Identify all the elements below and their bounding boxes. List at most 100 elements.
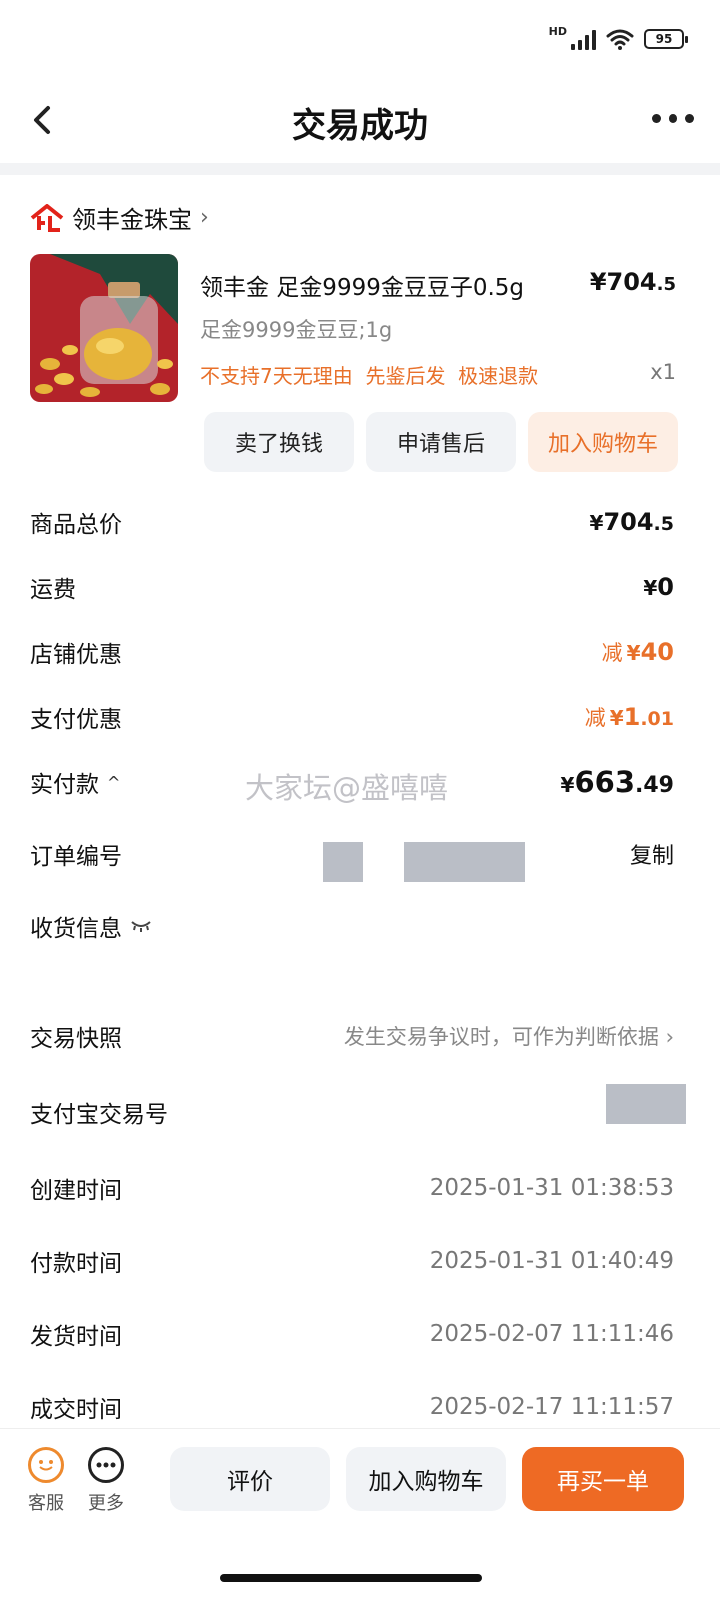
snapshot-hint: 发生交易争议时，可作为判断依据 › xyxy=(344,1021,674,1051)
pay-discount-row: 支付优惠 减 ¥1.01 xyxy=(30,697,674,737)
shipping-info-label: 收货信息 xyxy=(30,909,152,943)
signal-icon xyxy=(571,28,596,50)
shop-discount-row: 店铺优惠 减 ¥40 xyxy=(30,632,674,672)
wifi-icon xyxy=(606,29,634,50)
currency-symbol: ¥ xyxy=(560,773,575,797)
order-number-label: 订单编号 xyxy=(30,844,122,870)
time-value: 2025-02-07 11:11:46 xyxy=(429,1321,674,1347)
pay-discount-label: 支付优惠 xyxy=(30,707,122,733)
price-integer: 704 xyxy=(606,268,657,296)
time-label: 成交时间 xyxy=(30,1397,122,1423)
product-price: ¥704.5 xyxy=(590,268,676,296)
redacted-block xyxy=(323,842,363,882)
battery-icon: 95 xyxy=(644,29,688,49)
completed-time-row: 成交时间 2025-02-17 11:11:57 xyxy=(30,1387,674,1427)
request-after-sales-button[interactable]: 申请售后 xyxy=(366,412,516,472)
chevron-up-icon: ^ xyxy=(107,772,121,792)
value-decimal: .01 xyxy=(640,708,674,730)
status-icons: HD 95 xyxy=(548,24,688,50)
snapshot-label: 交易快照 xyxy=(30,1026,122,1052)
time-label: 创建时间 xyxy=(30,1178,122,1204)
product-quantity: x1 xyxy=(650,360,676,384)
discount-prefix: 减 xyxy=(584,706,606,730)
gold-beans-jar-image xyxy=(30,254,178,402)
shop-discount-value: 减 ¥40 xyxy=(602,637,674,667)
customer-service-label: 客服 xyxy=(28,1493,64,1514)
price-decimal: .5 xyxy=(656,274,676,295)
currency-symbol: ¥ xyxy=(589,511,604,535)
more-options-icon[interactable] xyxy=(652,110,695,126)
chevron-right-icon: › xyxy=(665,1025,674,1049)
pay-discount-value: 减 ¥1.01 xyxy=(585,702,674,732)
discount-prefix: 减 xyxy=(601,641,623,665)
total-price-row: 商品总价 ¥704.5 xyxy=(30,502,674,542)
more-button[interactable]: 更多 xyxy=(76,1447,136,1515)
page-title: 交易成功 xyxy=(292,106,428,146)
shipping-info-label-text: 收货信息 xyxy=(30,916,122,942)
snapshot-hint-text: 发生交易争议时，可作为判断依据 xyxy=(343,1025,659,1049)
sell-for-cash-button[interactable]: 卖了换钱 xyxy=(204,412,354,472)
shop-name: 领丰金珠宝 xyxy=(72,206,192,234)
more-label: 更多 xyxy=(88,1493,124,1514)
value-integer: 704 xyxy=(603,508,654,536)
smile-face-icon xyxy=(39,1460,53,1471)
add-to-cart-bottom-button[interactable]: 加入购物车 xyxy=(346,1447,506,1511)
shop-logo-icon xyxy=(30,203,64,232)
value-integer: 0 xyxy=(657,573,674,601)
value-integer: 663 xyxy=(574,765,636,799)
shipping-fee-value: ¥0 xyxy=(643,573,674,601)
currency-symbol: ¥ xyxy=(589,268,607,296)
buy-again-button[interactable]: 再买一单 xyxy=(522,1447,684,1511)
paid-amount-label-text: 实付款 xyxy=(30,772,99,798)
redacted-block xyxy=(606,1084,686,1124)
battery-level: 95 xyxy=(655,32,673,46)
total-price-value: ¥704.5 xyxy=(590,508,674,536)
product-spec: 足金9999金豆豆;1g xyxy=(200,318,393,342)
shipping-fee-row: 运费 ¥0 xyxy=(30,567,674,607)
home-indicator[interactable] xyxy=(220,1574,482,1582)
product-actions: 卖了换钱 申请售后 加入购物车 xyxy=(204,412,678,472)
transaction-snapshot-row[interactable]: 交易快照 发生交易争议时，可作为判断依据 › xyxy=(30,1016,674,1056)
top-nav: 交易成功 xyxy=(0,80,720,160)
paid-time-row: 付款时间 2025-01-31 01:40:49 xyxy=(30,1241,674,1281)
time-value: 2025-02-17 11:11:57 xyxy=(429,1394,674,1420)
time-label: 付款时间 xyxy=(30,1251,122,1277)
total-price-label: 商品总价 xyxy=(30,512,122,538)
watermark: 大家坛@盛嘻嘻 xyxy=(245,771,449,805)
eye-closed-icon[interactable] xyxy=(130,919,152,933)
customer-service-icon xyxy=(28,1447,64,1483)
status-bar: HD 95 xyxy=(0,0,720,80)
header-divider xyxy=(0,163,720,175)
customer-service-button[interactable]: 客服 xyxy=(16,1447,76,1515)
hd-indicator: HD xyxy=(548,24,567,38)
bottom-action-bar: 客服 更多 评价 加入购物车 再买一单 xyxy=(0,1428,720,1600)
product-service-tags: 不支持7天无理由 先鉴后发 极速退款 xyxy=(200,364,539,388)
created-time-row: 创建时间 2025-01-31 01:38:53 xyxy=(30,1168,674,1208)
value-integer: 40 xyxy=(640,638,674,666)
add-to-cart-button[interactable]: 加入购物车 xyxy=(528,412,678,472)
value-integer: 1 xyxy=(623,703,641,731)
product-title[interactable]: 领丰金 足金9999金豆豆子0.5g xyxy=(200,268,524,302)
paid-amount-value: ¥663.49 xyxy=(561,765,674,799)
currency-symbol: ¥ xyxy=(626,641,641,665)
copy-button[interactable]: 复制 xyxy=(630,838,674,870)
value-decimal: .49 xyxy=(635,773,674,798)
more-circle-icon xyxy=(88,1447,124,1483)
shop-discount-label: 店铺优惠 xyxy=(30,642,122,668)
time-label: 发货时间 xyxy=(30,1324,122,1350)
time-value: 2025-01-31 01:40:49 xyxy=(429,1248,674,1274)
review-button[interactable]: 评价 xyxy=(170,1447,330,1511)
shipping-fee-label: 运费 xyxy=(30,577,76,603)
product-image[interactable] xyxy=(30,254,178,402)
time-value: 2025-01-31 01:38:53 xyxy=(429,1175,674,1201)
shop-link[interactable]: 领丰金珠宝 › xyxy=(30,200,209,235)
shipped-time-row: 发货时间 2025-02-07 11:11:46 xyxy=(30,1314,674,1354)
currency-symbol: ¥ xyxy=(609,706,624,730)
alipay-trade-no-label: 支付宝交易号 xyxy=(30,1102,168,1128)
currency-symbol: ¥ xyxy=(643,576,658,600)
shipping-info-row[interactable]: 收货信息 xyxy=(30,906,674,946)
redacted-block xyxy=(404,842,525,882)
paid-amount-label[interactable]: 实付款 ^ xyxy=(30,765,120,799)
alipay-trade-no-row: 支付宝交易号 xyxy=(30,1092,674,1132)
value-decimal: .5 xyxy=(653,513,674,535)
